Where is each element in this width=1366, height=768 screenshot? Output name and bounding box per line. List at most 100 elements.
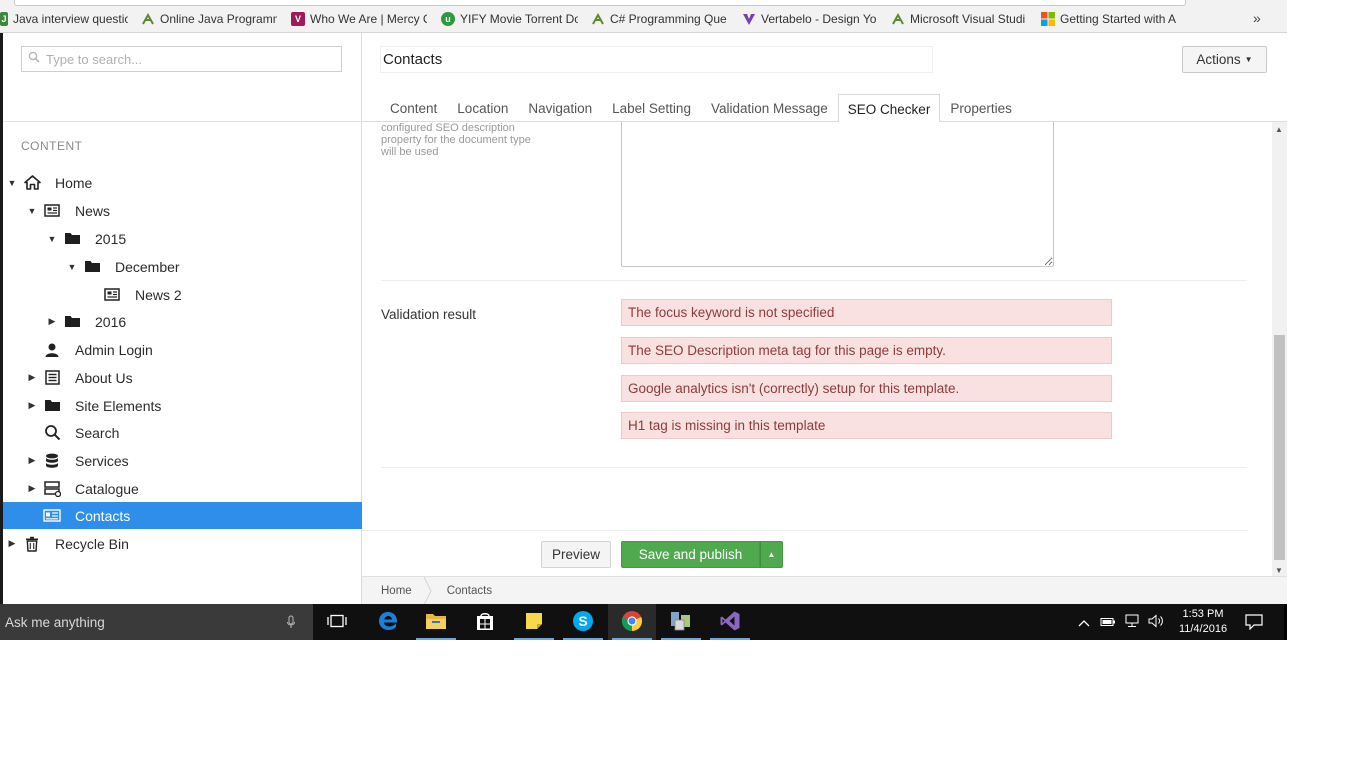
tab-label-setting[interactable]: Label Setting	[602, 94, 701, 122]
bookmark-mercy[interactable]: V Who We Are | Mercy C	[291, 11, 427, 27]
tree-search-input[interactable]	[46, 51, 326, 67]
window-edge	[1284, 604, 1287, 640]
running-indicator	[612, 638, 652, 640]
tree-item-2016[interactable]: ▶ 2016	[3, 308, 362, 335]
row-divider	[381, 467, 1247, 468]
tree-item-news[interactable]: ▼ News	[3, 197, 362, 224]
chevron-up-icon[interactable]	[1078, 615, 1090, 630]
microphone-icon[interactable]	[286, 615, 296, 632]
preview-button[interactable]: Preview	[541, 541, 611, 568]
taskbar-sticky-notes[interactable]	[510, 604, 558, 640]
news-icon	[103, 286, 121, 304]
tree-item-catalogue[interactable]: ▶ Catalogue	[3, 475, 362, 502]
caret-down-icon[interactable]: ▼	[27, 206, 37, 216]
yify-icon: u	[441, 12, 455, 26]
bookmark-csharp[interactable]: C# Programming Que	[591, 11, 728, 27]
sidebar-divider	[3, 121, 362, 122]
tab-properties[interactable]: Properties	[940, 94, 1022, 122]
scroll-down-icon[interactable]: ▼	[1275, 566, 1283, 575]
publish-options-button[interactable]: ▲	[760, 541, 783, 568]
taskbar-edge[interactable]	[364, 604, 412, 640]
breadcrumb-home[interactable]: Home	[362, 577, 426, 605]
tree-item-home[interactable]: ▼ Home	[3, 169, 362, 196]
tab-content[interactable]: Content	[380, 94, 447, 122]
visual-studio-icon	[719, 610, 741, 635]
caret-right-icon[interactable]: ▶	[7, 538, 17, 549]
tab-validation-message[interactable]: Validation Message	[701, 94, 838, 122]
tree-item-news-2[interactable]: News 2	[3, 281, 362, 308]
taskbar-network-app[interactable]	[657, 604, 705, 640]
tree-icon	[591, 12, 605, 26]
tree-item-contacts[interactable]: Contacts	[3, 502, 362, 529]
validation-message: H1 tag is missing in this template	[621, 412, 1112, 439]
sticky-notes-icon	[525, 612, 543, 633]
tree-item-recycle-bin[interactable]: ▶ Recycle Bin	[3, 530, 362, 557]
bookmark-online-java[interactable]: Online Java Programm	[141, 11, 277, 27]
tab-location[interactable]: Location	[447, 94, 518, 122]
tab-navigation[interactable]: Navigation	[518, 94, 602, 122]
tree-search-box[interactable]	[21, 46, 342, 72]
scroll-up-icon[interactable]: ▲	[1275, 125, 1283, 134]
tree-item-2015[interactable]: ▼ 2015	[3, 225, 362, 252]
bookmark-visual-studio[interactable]: Microsoft Visual Studi	[891, 11, 1028, 27]
caret-right-icon[interactable]: ▶	[47, 316, 57, 327]
caret-right-icon[interactable]: ▶	[27, 400, 37, 411]
contact-card-icon	[43, 507, 61, 525]
caret-right-icon[interactable]: ▶	[27, 455, 37, 466]
vertabelo-icon	[742, 12, 756, 26]
system-clock[interactable]: 1:53 PM 11/4/2016	[1166, 607, 1240, 637]
folder-icon	[83, 258, 101, 276]
breadcrumb-contacts[interactable]: Contacts	[427, 577, 506, 605]
tree-item-about-us[interactable]: ▶ About Us	[3, 364, 362, 391]
bookmark-getting-started[interactable]: Getting Started with A	[1041, 11, 1178, 27]
user-icon	[43, 341, 61, 359]
seo-description-textarea[interactable]	[621, 122, 1054, 267]
bookmark-yify[interactable]: u YIFY Movie Torrent Do	[441, 11, 578, 27]
tab-seo-checker[interactable]: SEO Checker	[837, 94, 941, 123]
taskbar-skype[interactable]: S	[559, 604, 607, 640]
action-center-icon[interactable]	[1245, 614, 1263, 633]
volume-icon[interactable]	[1148, 613, 1164, 631]
caret-right-icon[interactable]: ▶	[27, 372, 37, 383]
bookmark-java-interview[interactable]: J Java interview questio	[0, 11, 128, 27]
node-name-field[interactable]: Contacts	[380, 46, 933, 73]
caret-down-icon[interactable]: ▼	[67, 262, 77, 272]
taskbar-file-explorer[interactable]	[412, 604, 460, 640]
editor-header: Contacts Actions ▼ Content Location Navi…	[362, 33, 1287, 123]
document-icon	[43, 369, 61, 387]
battery-icon[interactable]	[1100, 615, 1116, 630]
tree-item-search[interactable]: Search	[3, 419, 362, 446]
content-scrollbar[interactable]: ▲ ▼	[1272, 122, 1287, 576]
cortana-search-box[interactable]: Ask me anything	[0, 604, 313, 640]
address-bar-edge[interactable]	[14, 0, 1186, 6]
tree-item-services[interactable]: ▶ Services	[3, 447, 362, 474]
tree-item-admin-login[interactable]: Admin Login	[3, 336, 362, 363]
scrollbar-thumb[interactable]	[1274, 335, 1285, 560]
news-icon	[43, 202, 61, 220]
taskbar-chrome[interactable]	[608, 604, 656, 640]
clock-time: 1:53 PM	[1182, 608, 1224, 620]
save-and-publish-button[interactable]: Save and publish	[621, 541, 760, 568]
clock-date: 11/4/2016	[1178, 623, 1228, 635]
network-icon[interactable]	[1124, 614, 1140, 631]
caret-right-icon[interactable]: ▶	[27, 483, 37, 494]
tree-item-label: 2016	[95, 313, 127, 330]
caret-down-icon[interactable]: ▼	[7, 178, 17, 188]
tree-item-label: Catalogue	[75, 480, 139, 497]
running-indicator	[710, 638, 750, 640]
bookmark-label: Who We Are | Mercy C	[310, 12, 427, 26]
bookmark-vertabelo[interactable]: Vertabelo - Design Yo	[742, 11, 878, 27]
tree-item-label: 2015	[95, 230, 127, 247]
actions-button[interactable]: Actions ▼	[1182, 46, 1267, 73]
row-divider	[381, 280, 1247, 281]
content-tree-sidebar: CONTENT ▼ Home ▼ News ▼ 2015	[0, 33, 362, 604]
taskbar-visual-studio[interactable]	[706, 604, 754, 640]
tree-item-site-elements[interactable]: ▶ Site Elements	[3, 392, 362, 419]
caret-down-icon[interactable]: ▼	[47, 234, 57, 244]
tree-item-december[interactable]: ▼ December	[3, 253, 362, 280]
task-view-button[interactable]	[313, 604, 361, 640]
database-icon	[43, 452, 61, 470]
taskbar-store[interactable]	[461, 604, 509, 640]
validation-message: The SEO Description meta tag for this pa…	[621, 337, 1112, 364]
bookmarks-more-button[interactable]: »	[1253, 10, 1261, 26]
